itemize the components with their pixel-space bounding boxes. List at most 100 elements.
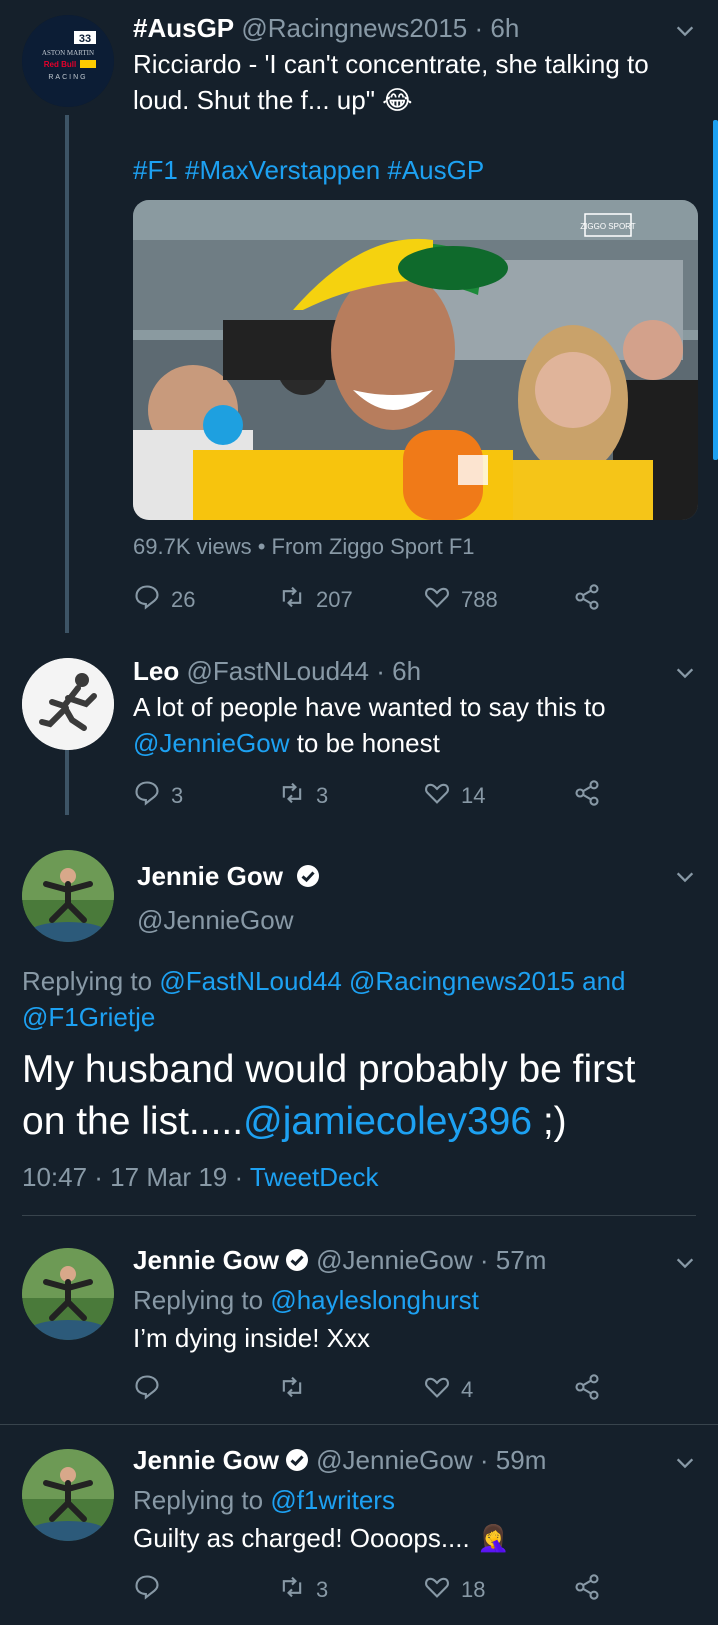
tweet-actions: 4	[133, 1374, 613, 1406]
replying-label: Replying to	[133, 1485, 264, 1515]
separator-dot: ·	[479, 1445, 489, 1475]
heart-icon	[423, 583, 451, 617]
like-button[interactable]: 4	[423, 1374, 473, 1406]
retweet-button[interactable]: 3	[278, 1574, 328, 1606]
tweet-actions: 3 3 14	[133, 780, 613, 812]
reply-button[interactable]	[133, 1574, 161, 1606]
retweet-icon	[278, 1573, 306, 1607]
share-icon	[573, 1573, 601, 1607]
share-icon	[573, 583, 601, 617]
video-meta: 69.7K views • From Ziggo Sport F1	[133, 534, 475, 559]
tweet-text-part: to be honest	[289, 728, 440, 758]
verified-badge-icon	[285, 1249, 308, 1271]
reply-count: 3	[171, 783, 184, 808]
hashtags[interactable]: #F1 #MaxVerstappen #AusGP	[133, 152, 688, 188]
author-name[interactable]: Leo	[133, 656, 179, 686]
avatar[interactable]: 33 ASTON MARTIN Red Bull RACING	[22, 15, 114, 107]
like-button[interactable]: 788	[423, 584, 498, 616]
like-count: 788	[461, 587, 498, 612]
reply-button[interactable]	[133, 1374, 161, 1406]
retweet-count: 207	[316, 587, 353, 612]
divider	[22, 1215, 696, 1216]
mention-link[interactable]: @jamiecoley396	[243, 1100, 532, 1143]
tweet-text: A lot of people have wanted to say this …	[133, 689, 688, 761]
separator-dot: ·	[474, 13, 484, 43]
avatar-brand: Red Bull	[44, 60, 76, 69]
timestamp[interactable]: 59m	[496, 1445, 547, 1475]
tweet-header: Jennie Gow @JennieGow · 59m	[133, 1444, 688, 1476]
share-icon	[573, 1373, 601, 1407]
retweet-button[interactable]: 207	[278, 584, 353, 616]
tweet-header: Leo @FastNLoud44 · 6h	[133, 655, 688, 687]
author-handle[interactable]: @Racingnews2015	[241, 13, 467, 43]
share-button[interactable]	[573, 1374, 601, 1406]
timestamp[interactable]: 57m	[496, 1245, 547, 1275]
author-handle[interactable]: @JennieGow	[316, 1245, 472, 1275]
author-handle[interactable]: @JennieGow	[137, 904, 293, 936]
chevron-down-icon[interactable]	[674, 866, 696, 888]
mention-link[interactable]: @JennieGow	[133, 728, 289, 758]
retweet-button[interactable]	[278, 1374, 306, 1406]
author-name[interactable]: Jennie Gow	[133, 1445, 279, 1475]
author-name-row: Jennie Gow	[137, 860, 320, 892]
verified-badge-icon	[285, 1449, 308, 1471]
replying-to: Replying to @FastNLoud44 @Racingnews2015…	[22, 963, 688, 1035]
main-tweet-text: My husband would probably be first on th…	[22, 1044, 688, 1148]
video-thumbnail[interactable]: ZIGGO SPORT	[133, 200, 698, 520]
scrollbar[interactable]	[713, 120, 718, 460]
avatar[interactable]	[22, 1449, 114, 1541]
chevron-down-icon[interactable]	[674, 20, 696, 42]
verified-badge-icon	[297, 865, 320, 887]
share-icon	[573, 779, 601, 813]
chevron-down-icon[interactable]	[674, 662, 696, 684]
author-handle[interactable]: @FastNLoud44	[186, 656, 369, 686]
avatar[interactable]	[22, 658, 114, 750]
tweet-text: I’m dying inside! Xxx	[133, 1323, 370, 1353]
tweet-actions: 26 207 788	[133, 584, 613, 616]
tweet-text-part: A lot of people have wanted to say this …	[133, 692, 606, 722]
separator-dot: ·	[376, 656, 385, 686]
tweet-text-part: ;)	[532, 1100, 567, 1143]
timestamp[interactable]: 6h	[392, 656, 421, 686]
like-count: 18	[461, 1577, 486, 1602]
replying-to-link[interactable]: @f1writers	[270, 1485, 395, 1515]
reply-icon	[133, 583, 161, 617]
tweet-actions: 3 18	[133, 1574, 613, 1606]
retweet-button[interactable]: 3	[278, 780, 328, 812]
share-button[interactable]	[573, 1574, 601, 1606]
author-name[interactable]: Jennie Gow	[137, 861, 283, 891]
replying-label: Replying to	[133, 1285, 264, 1315]
avatar-brand: ASTON MARTIN	[42, 49, 94, 57]
author-handle[interactable]: @JennieGow	[316, 1445, 472, 1475]
source-link[interactable]: TweetDeck	[250, 1162, 379, 1192]
heart-icon	[423, 1573, 451, 1607]
thread-line	[65, 115, 69, 633]
like-button[interactable]: 18	[423, 1574, 485, 1606]
timestamp[interactable]: 6h	[490, 13, 519, 43]
avatar[interactable]	[22, 1248, 114, 1340]
retweet-count: 3	[316, 783, 329, 808]
replying-to: Replying to @f1writers	[133, 1482, 688, 1518]
replying-to-link[interactable]: @hayleslonghurst	[270, 1285, 479, 1315]
reply-count: 26	[171, 587, 196, 612]
divider	[0, 1424, 718, 1425]
tweet-meta: 10:47 · 17 Mar 19 · TweetDeck	[22, 1160, 378, 1194]
tweet-timestamp: 10:47 · 17 Mar 19 ·	[22, 1162, 250, 1192]
tweet-text: Guilty as charged! Oooops.... 🤦‍♀️	[133, 1523, 510, 1553]
share-button[interactable]	[573, 780, 601, 812]
share-button[interactable]	[573, 584, 601, 616]
reply-button[interactable]: 3	[133, 780, 183, 812]
like-count: 14	[461, 783, 486, 808]
tweet-text: Ricciardo - 'I can't concentrate, she ta…	[133, 49, 649, 115]
retweet-icon	[278, 583, 306, 617]
chevron-down-icon[interactable]	[674, 1252, 696, 1274]
avatar-brand: RACING	[48, 74, 87, 81]
chevron-down-icon[interactable]	[674, 1452, 696, 1474]
replying-label: Replying to	[22, 966, 153, 996]
author-name[interactable]: #AusGP	[133, 13, 234, 43]
avatar[interactable]	[22, 850, 114, 942]
like-button[interactable]: 14	[423, 780, 485, 812]
separator-dot: ·	[479, 1245, 489, 1275]
author-name[interactable]: Jennie Gow	[133, 1245, 279, 1275]
reply-button[interactable]: 26	[133, 584, 195, 616]
